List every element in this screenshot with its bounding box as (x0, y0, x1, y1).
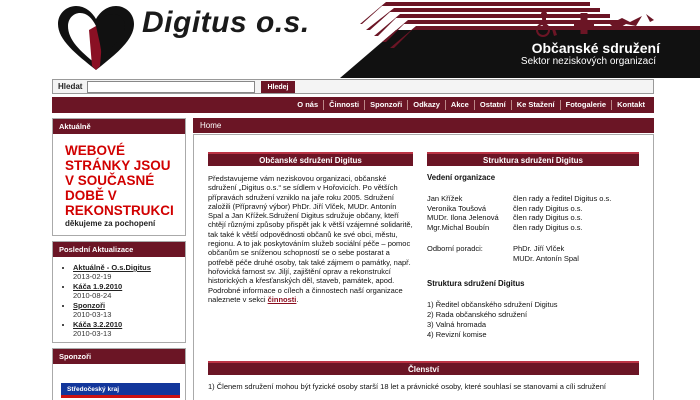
update-date: 2010-03-13 (73, 329, 112, 338)
sponsors-title: Sponzoři (53, 349, 185, 364)
member-role: člen rady Digitus o.s. (513, 213, 583, 222)
structure-title: Struktura sdružení Digitus (427, 152, 639, 166)
list-item: Káča 1.9.2010 2010-08-24 (73, 282, 181, 300)
about-section: Občanské sdružení Digitus Představujeme … (208, 152, 413, 304)
member-row: Mgr.Michal Boubín člen rady Digitus o.s. (427, 223, 639, 233)
member-name: MUDr. Ilona Jelenová (427, 213, 499, 222)
advisor-name: PhDr. Jiří Vlček (513, 244, 565, 253)
structure-subtitle: Struktura sdružení Digitus (427, 279, 525, 288)
sponsors-box: Sponzoři Středočeský kraj (52, 348, 186, 400)
list-item: 3) Valná hromada (427, 320, 487, 329)
advisors-label: Odborní poradci: (427, 244, 483, 253)
logo-text: Digitus o.s. (142, 6, 310, 39)
advisor-row: MUDr. Antonín Spal (427, 254, 639, 264)
update-link[interactable]: Káča 1.9.2010 (73, 282, 122, 291)
left-sidebar: Aktuálně WEBOVÉ STRÁNKY JSOU V SOUČASNÉ … (52, 118, 186, 400)
main-content: Občanské sdružení Digitus Představujeme … (193, 134, 654, 400)
member-row: Veronika Toušová člen rady Digitus o.s. (427, 204, 639, 214)
nav-items: O nás Činnosti Sponzoři Odkazy Akce Osta… (292, 97, 650, 113)
reconstruction-notice: WEBOVÉ STRÁNKY JSOU V SOUČASNÉ DOBĚ V RE… (65, 143, 174, 218)
cinnosti-link[interactable]: činnosti (268, 295, 297, 304)
structure-list: 1) Ředitel občanského sdružení Digitus 2… (427, 300, 639, 340)
list-item: 4) Revizní komise (427, 330, 487, 339)
care-icons (536, 11, 654, 37)
membership-text: 1) Členem sdružení mohou být fyzické oso… (208, 382, 606, 391)
sponsors-body: Středočeský kraj (53, 364, 185, 400)
nav-item-o-nas[interactable]: O nás (292, 100, 323, 110)
main-nav: O nás Činnosti Sponzoři Odkazy Akce Osta… (52, 97, 654, 113)
sponsor-banner[interactable]: Středočeský kraj (61, 383, 180, 398)
member-name: Jan Křížek (427, 194, 463, 203)
advisor-spacer (427, 254, 513, 264)
member-name: Veronika Toušová (427, 203, 487, 213)
latest-updates-title: Poslední Aktualizace (53, 242, 185, 257)
list-item: Sponzoři 2010-03-13 (73, 301, 181, 319)
about-title: Občanské sdružení Digitus (208, 152, 413, 166)
nav-item-ostatni[interactable]: Ostatní (473, 100, 511, 110)
nav-item-kontakt[interactable]: Kontakt (611, 100, 650, 110)
update-date: 2010-08-24 (73, 291, 112, 300)
org-subtitle: Sektor neziskových organizací (520, 56, 656, 67)
about-text-body: Představujeme vám neziskovou organizaci,… (208, 174, 413, 304)
latest-updates-list: Aktuálně - O.s.Digitus 2013-02-19 Káča 1… (53, 257, 185, 342)
latest-updates-box: Poslední Aktualizace Aktuálně - O.s.Digi… (52, 241, 186, 343)
update-link[interactable]: Aktuálně - O.s.Digitus (73, 263, 151, 272)
member-role: člen rady Digitus o.s. (513, 203, 583, 213)
member-row: MUDr. Ilona Jelenová člen rady Digitus o… (427, 213, 639, 223)
advisor-name: MUDr. Antonín Spal (513, 253, 579, 263)
member-name: Mgr.Michal Boubín (427, 222, 490, 232)
member-row: Jan Křížek člen rady a ředitel Digitus o… (427, 194, 639, 204)
news-box: Aktuálně WEBOVÉ STRÁNKY JSOU V SOUČASNÉ … (52, 118, 186, 236)
list-item: Aktuálně - O.s.Digitus 2013-02-19 (73, 263, 181, 281)
advisors-block: Odborní poradci: PhDr. Jiří Vlček MUDr. … (427, 244, 639, 263)
list-item: Káča 3.2.2010 2010-03-13 (73, 320, 181, 338)
update-date: 2013-02-19 (73, 272, 112, 281)
members-list: Jan Křížek člen rady a ředitel Digitus o… (427, 194, 639, 232)
org-title: Občanské sdružení (531, 40, 660, 56)
update-date: 2010-03-13 (73, 310, 112, 319)
about-text: Představujeme vám neziskovou organizaci,… (208, 174, 413, 304)
structure-section: Struktura sdružení Digitus Vedení organi… (427, 152, 639, 340)
advisor-row: Odborní poradci: PhDr. Jiří Vlček (427, 244, 639, 254)
news-box-title: Aktuálně (53, 119, 185, 134)
membership-title: Členství (208, 361, 639, 375)
breadcrumb-home[interactable]: Home (200, 121, 221, 130)
site-header: Digitus o.s. Občanské sdružení Sektor ne… (0, 0, 700, 78)
sponsor-banner-text: Středočeský kraj (67, 386, 120, 393)
nav-item-cinnosti[interactable]: Činnosti (323, 100, 364, 110)
list-item: 2) Rada občanského sdružení (427, 310, 528, 319)
update-link[interactable]: Sponzoři (73, 301, 105, 310)
thanks-note: děkujeme za pochopení (65, 219, 156, 228)
nav-item-fotogalerie[interactable]: Fotogalerie (559, 100, 611, 110)
nav-item-akce[interactable]: Akce (444, 100, 474, 110)
search-button[interactable]: Hledej (261, 81, 295, 93)
update-link[interactable]: Káča 3.2.2010 (73, 320, 122, 329)
nav-item-sponzori[interactable]: Sponzoři (364, 100, 407, 110)
search-bar: Hledat Hledej (52, 79, 654, 94)
member-role: člen rady a ředitel Digitus o.s. (513, 194, 612, 203)
list-item: 1) Ředitel občanského sdružení Digitus (427, 300, 558, 309)
breadcrumb: Home (193, 118, 654, 133)
search-label: Hledat (58, 82, 83, 91)
heart-logo-icon[interactable] (56, 4, 136, 74)
news-box-body: WEBOVÉ STRÁNKY JSOU V SOUČASNÉ DOBĚ V RE… (53, 134, 185, 235)
about-text-end: . (296, 294, 299, 304)
nav-item-odkazy[interactable]: Odkazy (407, 100, 445, 110)
member-role: člen rady Digitus o.s. (513, 222, 583, 232)
management-title: Vedení organizace (427, 173, 496, 182)
search-input[interactable] (87, 81, 255, 93)
nav-item-ke-stazeni[interactable]: Ke Stažení (510, 100, 560, 110)
